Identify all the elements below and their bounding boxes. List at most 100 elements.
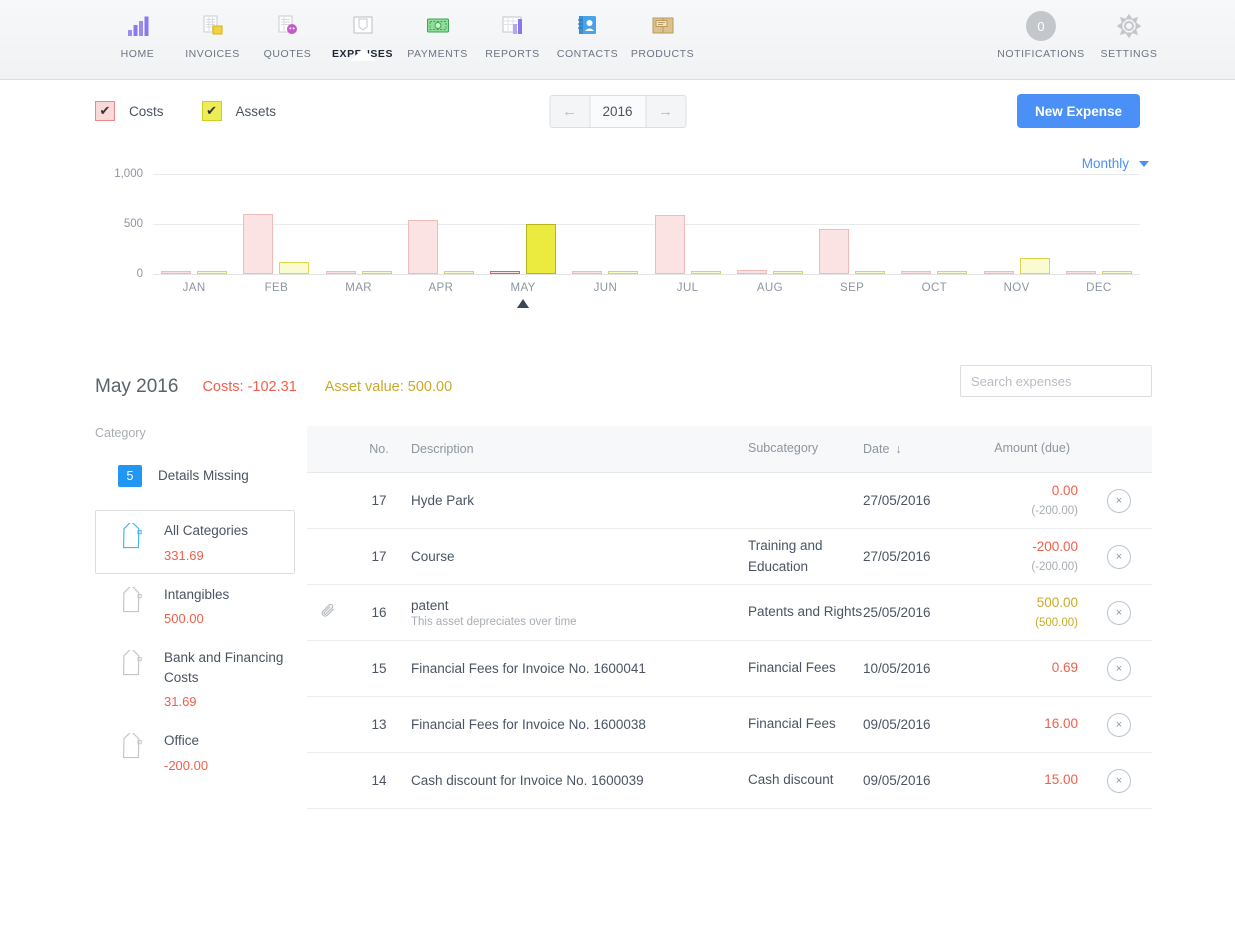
- category-item-bank-and-financing-costs[interactable]: Bank and Financing Costs 31.69: [95, 637, 295, 720]
- asset-bar[interactable]: [937, 271, 968, 274]
- x-axis-label: AUG: [729, 282, 811, 294]
- asset-bar[interactable]: [443, 271, 474, 274]
- delete-row-button[interactable]: ×: [1107, 656, 1131, 681]
- arrow-left-icon: ←: [562, 102, 577, 120]
- x-axis-label-text: MAR: [345, 282, 372, 294]
- row-number: 13: [371, 717, 387, 732]
- cost-bar[interactable]: [490, 271, 521, 274]
- x-axis-label: NOV: [976, 282, 1058, 294]
- no-column-header[interactable]: No.: [347, 442, 411, 456]
- chart-month-may[interactable]: [482, 164, 564, 274]
- cost-bar[interactable]: [983, 271, 1014, 274]
- nav-item-notifications[interactable]: 0 NOTIFICATIONS: [997, 0, 1085, 60]
- arrow-right-icon: →: [658, 102, 673, 120]
- summary-period: May 2016: [95, 376, 179, 397]
- table-row[interactable]: 17 Course Training and Education 27/05/2…: [307, 529, 1152, 585]
- asset-bar[interactable]: [361, 271, 392, 274]
- table-header-row: No. Description Subcategory Date ↓ Amount…: [307, 426, 1152, 473]
- asset-bar[interactable]: [1019, 258, 1050, 274]
- asset-bar[interactable]: [526, 224, 557, 274]
- delete-row-button[interactable]: ×: [1107, 768, 1131, 793]
- asset-bar[interactable]: [279, 262, 310, 274]
- check-icon: ✔: [99, 103, 111, 118]
- delete-row-button[interactable]: ×: [1107, 600, 1131, 625]
- nav-item-home[interactable]: HOME: [100, 0, 175, 60]
- chart-plot-area: [153, 164, 1140, 324]
- cost-bar[interactable]: [654, 215, 685, 274]
- cost-bar[interactable]: [243, 214, 274, 274]
- chart-month-apr[interactable]: [400, 164, 482, 274]
- cost-bar[interactable]: [901, 271, 932, 274]
- nav-item-reports[interactable]: REPORTS: [475, 0, 550, 60]
- row-amount: 15.00: [971, 771, 1086, 790]
- nav-item-expenses[interactable]: EXPENSES: [325, 0, 400, 61]
- asset-bar[interactable]: [772, 271, 803, 274]
- description-column-header[interactable]: Description: [411, 442, 748, 456]
- table-row[interactable]: 14 Cash discount for Invoice No. 1600039…: [307, 753, 1152, 809]
- chart-month-dec[interactable]: [1058, 164, 1140, 274]
- costs-label: Costs: [129, 103, 164, 119]
- delete-row-button[interactable]: ×: [1107, 488, 1131, 513]
- cost-bar[interactable]: [325, 271, 356, 274]
- previous-year-button[interactable]: ←: [550, 95, 590, 127]
- chart-month-jun[interactable]: [564, 164, 646, 274]
- category-item-office[interactable]: Office -200.00: [95, 720, 295, 784]
- invoice-icon: [200, 9, 226, 43]
- nav-item-label: HOME: [120, 48, 155, 60]
- details-missing-label: Details Missing: [158, 468, 249, 484]
- x-axis-label-text: DEC: [1086, 282, 1112, 294]
- nav-item-invoices[interactable]: INVOICES: [175, 0, 250, 60]
- table-row[interactable]: 17 Hyde Park 27/05/2016 0.00 (-200.00) ×: [307, 473, 1152, 529]
- year-value[interactable]: 2016: [590, 95, 645, 127]
- date-column-header[interactable]: Date ↓: [863, 442, 971, 456]
- cost-bar[interactable]: [407, 219, 438, 274]
- nav-item-quotes[interactable]: QUOTES: [250, 0, 325, 60]
- cost-bar[interactable]: [572, 271, 603, 274]
- table-row[interactable]: 16 patent This asset depreciates over ti…: [307, 585, 1152, 641]
- asset-bar[interactable]: [608, 271, 639, 274]
- chart-month-sep[interactable]: [811, 164, 893, 274]
- notification-count: 0: [1026, 11, 1056, 41]
- asset-bar[interactable]: [690, 271, 721, 274]
- new-expense-button[interactable]: New Expense: [1016, 94, 1140, 128]
- chart-month-jul[interactable]: [647, 164, 729, 274]
- sort-descending-icon: ↓: [895, 442, 902, 456]
- costs-checkbox[interactable]: ✔: [95, 101, 115, 121]
- delete-row-button[interactable]: ×: [1107, 712, 1131, 737]
- cost-bar[interactable]: [736, 269, 767, 274]
- subcategory-column-header[interactable]: Subcategory: [748, 439, 863, 458]
- row-amount-due: (-200.00): [1031, 560, 1078, 573]
- table-row[interactable]: 15 Financial Fees for Invoice No. 160004…: [307, 641, 1152, 697]
- nav-item-contacts[interactable]: CONTACTS: [550, 0, 625, 60]
- asset-bar[interactable]: [197, 271, 228, 274]
- nav-item-products[interactable]: PRODUCTS: [625, 0, 700, 60]
- chart-month-oct[interactable]: [893, 164, 975, 274]
- nav-item-settings[interactable]: SETTINGS: [1085, 0, 1173, 60]
- chart-month-jan[interactable]: [153, 164, 235, 274]
- row-description: Hyde Park: [411, 493, 748, 508]
- nav-item-payments[interactable]: PAYMENTS: [400, 0, 475, 60]
- row-number: 15: [371, 661, 387, 676]
- nav-item-label: INVOICES: [185, 48, 240, 60]
- category-item-all-categories[interactable]: All Categories 331.69: [95, 510, 295, 574]
- assets-checkbox[interactable]: ✔: [201, 101, 222, 121]
- chart-month-mar[interactable]: [318, 164, 400, 274]
- row-amount-value: 16.00: [1044, 716, 1078, 732]
- sidebar-item-details-missing[interactable]: 5 Details Missing: [95, 464, 295, 510]
- category-item-intangibles[interactable]: Intangibles 500.00: [95, 574, 295, 638]
- chart-month-feb[interactable]: [235, 164, 317, 274]
- delete-row-button[interactable]: ×: [1107, 544, 1131, 569]
- table-row[interactable]: 13 Financial Fees for Invoice No. 160003…: [307, 697, 1152, 753]
- cost-bar[interactable]: [161, 271, 192, 274]
- search-input[interactable]: [960, 365, 1152, 397]
- cost-bar[interactable]: [1065, 271, 1096, 274]
- asset-bar[interactable]: [855, 271, 886, 274]
- asset-bar[interactable]: [1101, 271, 1132, 274]
- chart-month-nov[interactable]: [976, 164, 1058, 274]
- next-year-button[interactable]: →: [645, 95, 685, 127]
- row-amount-due: (500.00): [1035, 616, 1078, 629]
- chart-month-aug[interactable]: [729, 164, 811, 274]
- x-axis-label-text: NOV: [1003, 282, 1030, 294]
- amount-column-header[interactable]: Amount (due): [971, 440, 1086, 458]
- cost-bar[interactable]: [819, 229, 850, 274]
